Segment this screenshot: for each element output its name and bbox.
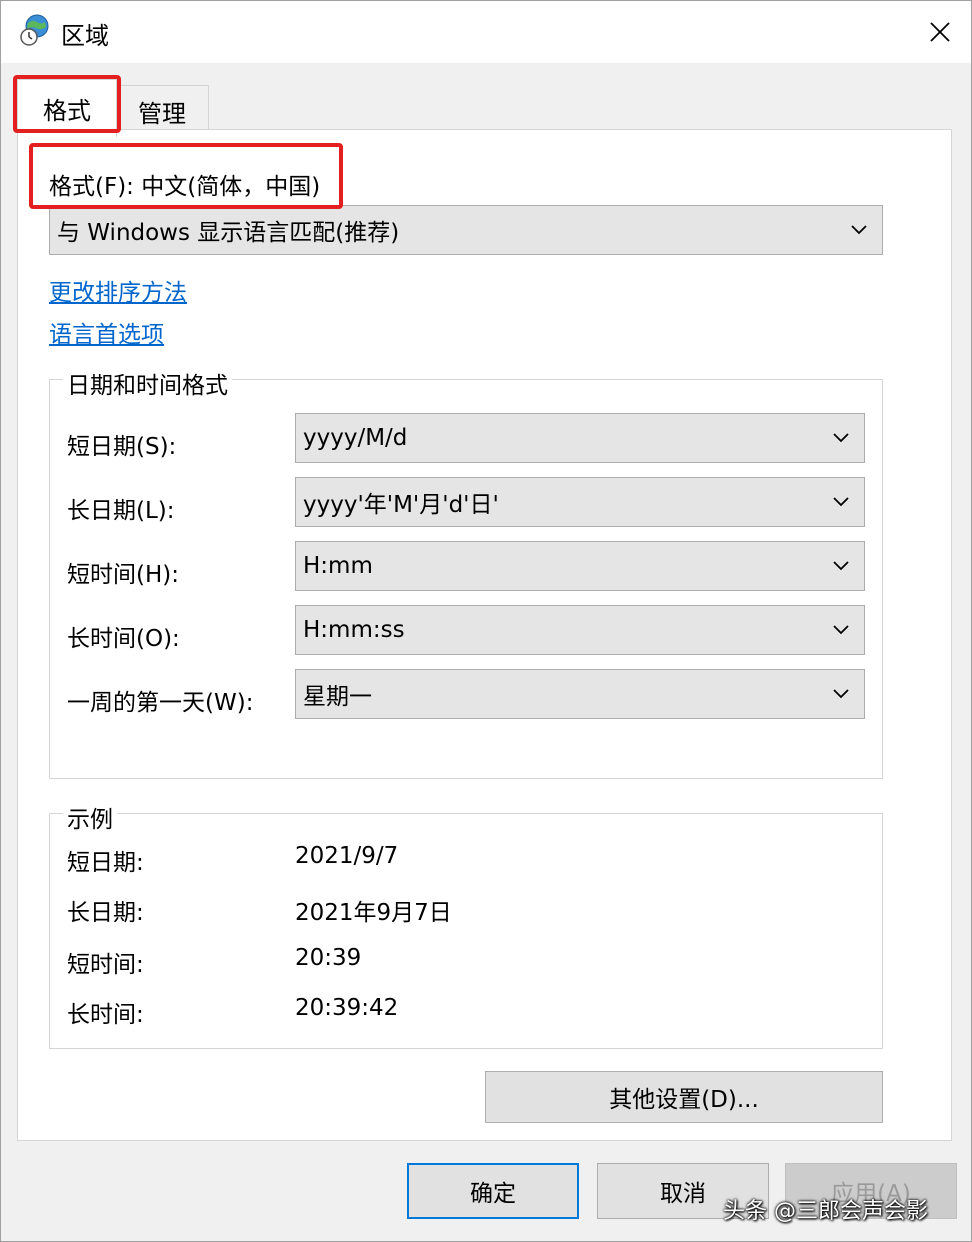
window-title: 区域 xyxy=(61,22,109,50)
example-short-time-value: 20:39 xyxy=(295,945,362,971)
long-date-combobox[interactable]: yyyy'年'M'月'd'日' xyxy=(295,477,865,527)
short-time-value: H:mm xyxy=(303,553,373,579)
change-sort-link[interactable]: 更改排序方法 xyxy=(49,273,187,307)
region-dialog: 区域 管理 格式 格式(F): 中文(简体，中国) 与 Windows 显示语言… xyxy=(0,0,972,1242)
short-date-value: yyyy/M/d xyxy=(303,425,408,451)
tab-manage-label: 管理 xyxy=(138,100,186,128)
example-group xyxy=(49,813,883,1049)
other-settings-label: 其他设置(D)... xyxy=(609,1087,759,1113)
example-long-time-value: 20:39:42 xyxy=(295,995,399,1021)
ok-button[interactable]: 确定 xyxy=(407,1163,579,1219)
first-day-label: 一周的第一天(W): xyxy=(67,690,254,716)
globe-clock-icon xyxy=(19,13,51,47)
short-time-label: 短时间(H): xyxy=(67,562,179,588)
example-short-date-value: 2021/9/7 xyxy=(295,843,399,869)
chevron-down-icon xyxy=(833,625,849,635)
chevron-down-icon xyxy=(833,497,849,507)
long-time-label: 长时间(O): xyxy=(67,626,180,652)
chevron-down-icon xyxy=(851,225,867,235)
example-legend: 示例 xyxy=(63,800,117,834)
format-highlight-box xyxy=(29,143,343,209)
cancel-label: 取消 xyxy=(660,1181,706,1207)
watermark: 头条 @三郎会声会影 xyxy=(723,1199,928,1224)
format-combobox[interactable]: 与 Windows 显示语言匹配(推荐) xyxy=(49,205,883,255)
long-date-label: 长日期(L): xyxy=(67,498,175,524)
example-short-time-label: 短时间: xyxy=(67,952,144,978)
tab-manage[interactable]: 管理 xyxy=(115,85,209,131)
ok-label: 确定 xyxy=(470,1181,516,1207)
example-long-date-value: 2021年9月7日 xyxy=(295,900,452,926)
language-prefs-link[interactable]: 语言首选项 xyxy=(49,315,164,349)
example-long-time-label: 长时间: xyxy=(67,1002,144,1028)
long-time-combobox[interactable]: H:mm:ss xyxy=(295,605,865,655)
example-short-date-label: 短日期: xyxy=(67,850,144,876)
short-date-label: 短日期(S): xyxy=(67,434,177,460)
close-icon xyxy=(930,22,950,42)
close-button[interactable] xyxy=(911,9,969,55)
long-time-value: H:mm:ss xyxy=(303,617,405,643)
datetime-format-legend: 日期和时间格式 xyxy=(63,366,232,400)
chevron-down-icon xyxy=(833,433,849,443)
long-date-value: yyyy'年'M'月'd'日' xyxy=(303,492,499,518)
title-bar: 区域 xyxy=(1,1,971,63)
first-day-combobox[interactable]: 星期一 xyxy=(295,669,865,719)
tab-highlight-box xyxy=(13,75,121,133)
chevron-down-icon xyxy=(833,561,849,571)
first-day-value: 星期一 xyxy=(303,684,372,710)
format-combobox-value: 与 Windows 显示语言匹配(推荐) xyxy=(57,220,400,246)
example-long-date-label: 长日期: xyxy=(67,900,144,926)
chevron-down-icon xyxy=(833,689,849,699)
short-date-combobox[interactable]: yyyy/M/d xyxy=(295,413,865,463)
short-time-combobox[interactable]: H:mm xyxy=(295,541,865,591)
other-settings-button[interactable]: 其他设置(D)... xyxy=(485,1071,883,1123)
